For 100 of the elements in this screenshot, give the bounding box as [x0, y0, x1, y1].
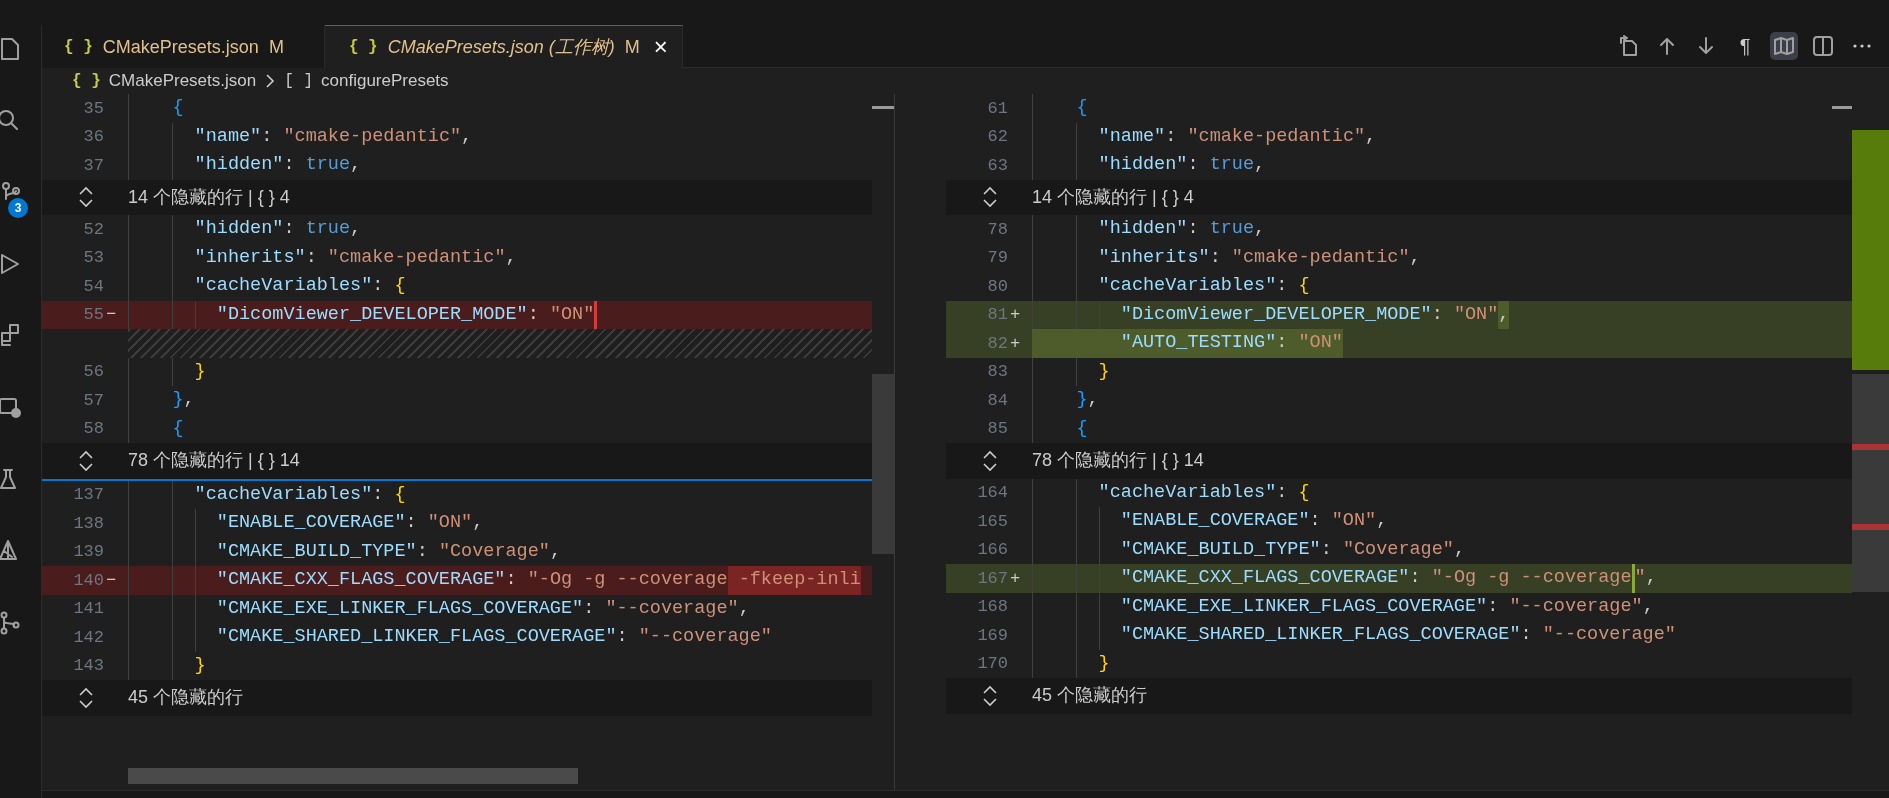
close-button[interactable]: ×	[653, 35, 668, 59]
code-line: "hidden": true,	[193, 153, 362, 177]
split-editor-icon	[1812, 35, 1834, 57]
hidden-lines-label[interactable]: 78 个隐藏的行 | { } 14	[1032, 447, 1204, 475]
diff-marker: +	[1009, 304, 1022, 326]
code-line: "cacheVariables": {	[193, 482, 406, 507]
line-number: 62	[986, 126, 1008, 148]
line-number: 57	[82, 389, 104, 412]
diff-marker: +	[1009, 332, 1022, 355]
line-number: 81	[986, 304, 1008, 326]
code-line: "hidden": true,	[193, 217, 362, 241]
hidden-lines-label[interactable]: 45 个隐藏的行	[1032, 682, 1148, 710]
code-line: {	[1075, 416, 1088, 441]
code-line: "cacheVariables": {	[193, 274, 406, 298]
hidden-lines-label[interactable]: 14 个隐藏的行 | { } 4	[1032, 183, 1194, 211]
json-icon: { }	[64, 35, 93, 59]
line-number: 143	[72, 655, 104, 677]
line-number: 138	[72, 512, 104, 535]
removed-overview-mark	[1852, 444, 1889, 450]
line-number: 78	[986, 218, 1008, 241]
map-button[interactable]	[1770, 32, 1798, 60]
code-line: "CMAKE_EXE_LINKER_FLAGS_COVERAGE": "--coverage",	[1119, 594, 1654, 619]
editor-tab[interactable]: { } CMakePresets.json (工作树) M ×	[324, 25, 683, 68]
line-number: 37	[82, 154, 104, 177]
json-icon: { }	[72, 69, 101, 93]
map-icon	[1773, 35, 1795, 57]
line-number: 166	[976, 539, 1008, 561]
code-line: "cacheVariables": {	[1097, 480, 1310, 505]
line-number: 54	[82, 275, 104, 298]
tab-label: CMakePresets.json	[102, 35, 259, 59]
breadcrumb-item[interactable]: CMakePresets.json	[108, 68, 257, 94]
line-number: 52	[82, 218, 104, 241]
code-line: "CMAKE_SHARED_LINKER_FLAGS_COVERAGE": "--coverage"	[1119, 623, 1676, 647]
line-number: 139	[72, 541, 104, 563]
line-number: 61	[986, 97, 1008, 120]
code-line: "ENABLE_COVERAGE": "ON",	[1119, 509, 1388, 533]
scrollbar-thumb[interactable]	[872, 374, 894, 554]
code-line: "CMAKE_EXE_LINKER_FLAGS_COVERAGE": "--coverage",	[215, 596, 750, 621]
cursor-mark	[872, 106, 894, 109]
code-line: "name": "cmake-pedantic",	[193, 124, 473, 149]
code-line: "CMAKE_CXX_FLAGS_COVERAGE": "-Og -g --coverage -fkeep-inli	[128, 566, 861, 595]
code-line: {	[1075, 96, 1088, 120]
expand-icon[interactable]	[78, 449, 94, 472]
code-line: "CMAKE_SHARED_LINKER_FLAGS_COVERAGE": "--coverage"	[215, 625, 772, 649]
line-number: 84	[986, 389, 1008, 412]
hidden-lines-label[interactable]: 45 个隐藏的行	[128, 684, 244, 712]
line-number: 82	[986, 332, 1008, 355]
code-line: "CMAKE_BUILD_TYPE": "Coverage",	[1119, 537, 1465, 562]
expand-icon[interactable]	[78, 186, 94, 209]
expand-icon[interactable]	[982, 449, 998, 472]
expand-icon[interactable]	[78, 686, 94, 709]
code-line: "CMAKE_CXX_FLAGS_COVERAGE": "-Og -g --coverage ",	[1032, 564, 1657, 593]
diff-marker: −	[105, 569, 118, 592]
code-line: {	[171, 96, 184, 120]
modified-indicator: M	[624, 35, 640, 59]
line-number: 142	[72, 626, 104, 649]
line-number: 80	[986, 275, 1008, 298]
line-number: 56	[82, 361, 104, 383]
cursor-mark	[1832, 106, 1852, 109]
line-number: 170	[976, 653, 1008, 675]
line-number: 35	[82, 97, 104, 120]
line-number: 165	[976, 510, 1008, 533]
line-number: 169	[976, 624, 1008, 647]
code-line: "inherits": "cmake-pedantic",	[193, 245, 517, 270]
code-line: "DicomViewer_DEVELOPER_MODE": "ON",	[1032, 300, 1510, 329]
code-line: }	[193, 359, 206, 384]
line-number: 55	[82, 304, 104, 326]
code-line: {	[171, 416, 184, 441]
hidden-lines-label[interactable]: 78 个隐藏的行 | { } 14	[128, 447, 300, 475]
code-line: "hidden": true,	[1097, 153, 1266, 177]
code-line: "inherits": "cmake-pedantic",	[1097, 245, 1421, 270]
code-line: "name": "cmake-pedantic",	[1097, 124, 1377, 149]
open-file-icon	[1617, 35, 1639, 57]
code-line: }	[1097, 359, 1110, 384]
code-line: }	[1097, 651, 1110, 676]
line-number: 83	[986, 361, 1008, 383]
code-line: "AUTO_TESTING": "ON"	[1032, 329, 1343, 358]
breadcrumb-item[interactable]: configurePresets	[321, 68, 449, 94]
diff-marker: −	[105, 304, 118, 326]
json-icon: { }	[348, 35, 378, 59]
code-line: },	[1075, 388, 1099, 412]
scrollbar-thumb[interactable]	[1852, 374, 1889, 592]
code-line: "hidden": true,	[1097, 217, 1266, 241]
removed-overview-mark	[1852, 524, 1889, 530]
diff-marker: +	[1009, 567, 1022, 590]
horizontal-scrollbar-thumb[interactable]	[128, 768, 578, 784]
expand-icon[interactable]	[982, 684, 998, 707]
chevron-right-icon	[264, 73, 277, 89]
editor-tab[interactable]: { } CMakePresets.json M	[42, 25, 325, 68]
line-number: 168	[976, 596, 1008, 618]
line-number: 140	[72, 569, 104, 592]
count-badge: 3	[8, 198, 28, 218]
whitespace-button[interactable]: ¶	[1731, 32, 1759, 60]
tab-label: CMakePresets.json (工作树)	[387, 35, 615, 59]
expand-icon[interactable]	[982, 186, 998, 209]
code-line: "cacheVariables": {	[1097, 274, 1310, 298]
line-number: 79	[986, 247, 1008, 269]
hidden-lines-label[interactable]: 14 个隐藏的行 | { } 4	[128, 183, 290, 211]
line-number: 164	[976, 482, 1008, 504]
code-line: },	[171, 388, 195, 412]
